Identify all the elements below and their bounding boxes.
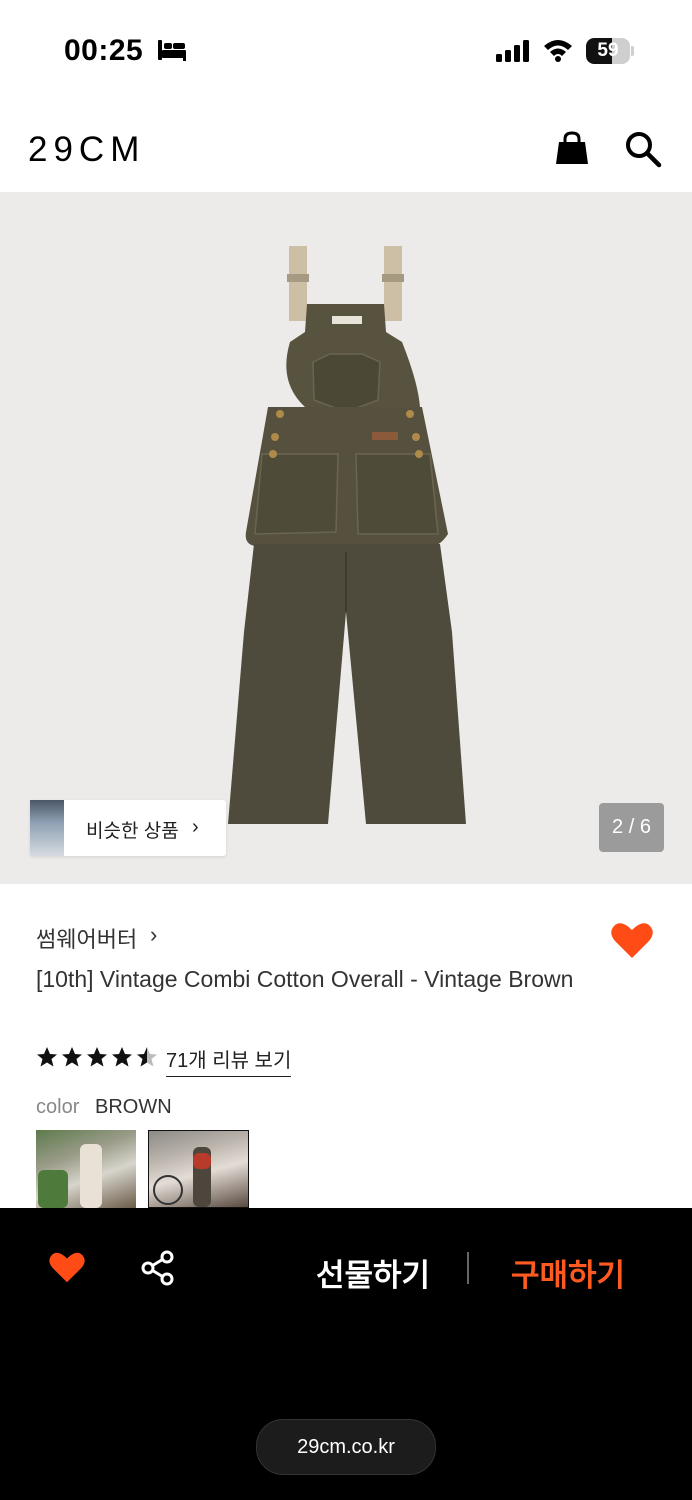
image-counter: 2 / 6 [599,803,664,852]
product-image [228,246,466,824]
shopping-bag-icon[interactable] [554,130,590,171]
chevron-right-icon: › [150,922,158,947]
battery-level: 59 [597,40,619,61]
browser-url-bar[interactable]: 29cm.co.kr [256,1419,436,1475]
status-bar: 00:25 59 [0,0,692,100]
product-title: [10th] Vintage Combi Cotton Overall - Vi… [36,966,574,992]
app-header: 29CM [0,100,692,192]
reviews-link[interactable]: 71개 리뷰 보기 [166,1044,292,1077]
color-option-label: color [36,1096,80,1118]
battery-cap [631,46,634,56]
brand-logo[interactable]: 29CM [28,130,145,170]
heart-icon[interactable] [48,1250,86,1289]
color-swatch-thumbnail-selected[interactable] [148,1130,249,1208]
red-top [193,1153,211,1169]
produce-stand [38,1170,68,1208]
bottom-action-bar: 선물하기 구매하기 29cm.co.kr [0,1208,692,1500]
similar-products-button[interactable]: 비슷한 상품 › [30,800,226,856]
share-icon[interactable] [140,1250,176,1291]
similar-products-label: 비슷한 상품 [86,821,179,842]
search-icon[interactable] [624,130,662,173]
model-figure [80,1144,102,1208]
chevron-right-icon: › [192,816,199,838]
divider [467,1252,469,1284]
heart-icon[interactable] [610,920,654,965]
bed-icon [156,38,188,67]
color-swatch-thumbnail[interactable] [36,1130,136,1208]
brand-link[interactable]: 썸웨어버터 [36,922,137,954]
bicycle [153,1175,183,1205]
color-option-value: BROWN [95,1096,172,1118]
signal-icon [496,40,532,67]
buy-button[interactable]: 구매하기 [511,1250,625,1295]
wifi-icon [542,38,574,67]
battery-icon: 59 [586,38,630,64]
gift-button[interactable]: 선물하기 [316,1250,430,1295]
rating-stars [36,1046,158,1075]
status-time: 00:25 [64,34,144,67]
similar-products-thumbnail [30,800,64,856]
product-image-gallery[interactable]: 비슷한 상품 › 2 / 6 [0,192,692,884]
